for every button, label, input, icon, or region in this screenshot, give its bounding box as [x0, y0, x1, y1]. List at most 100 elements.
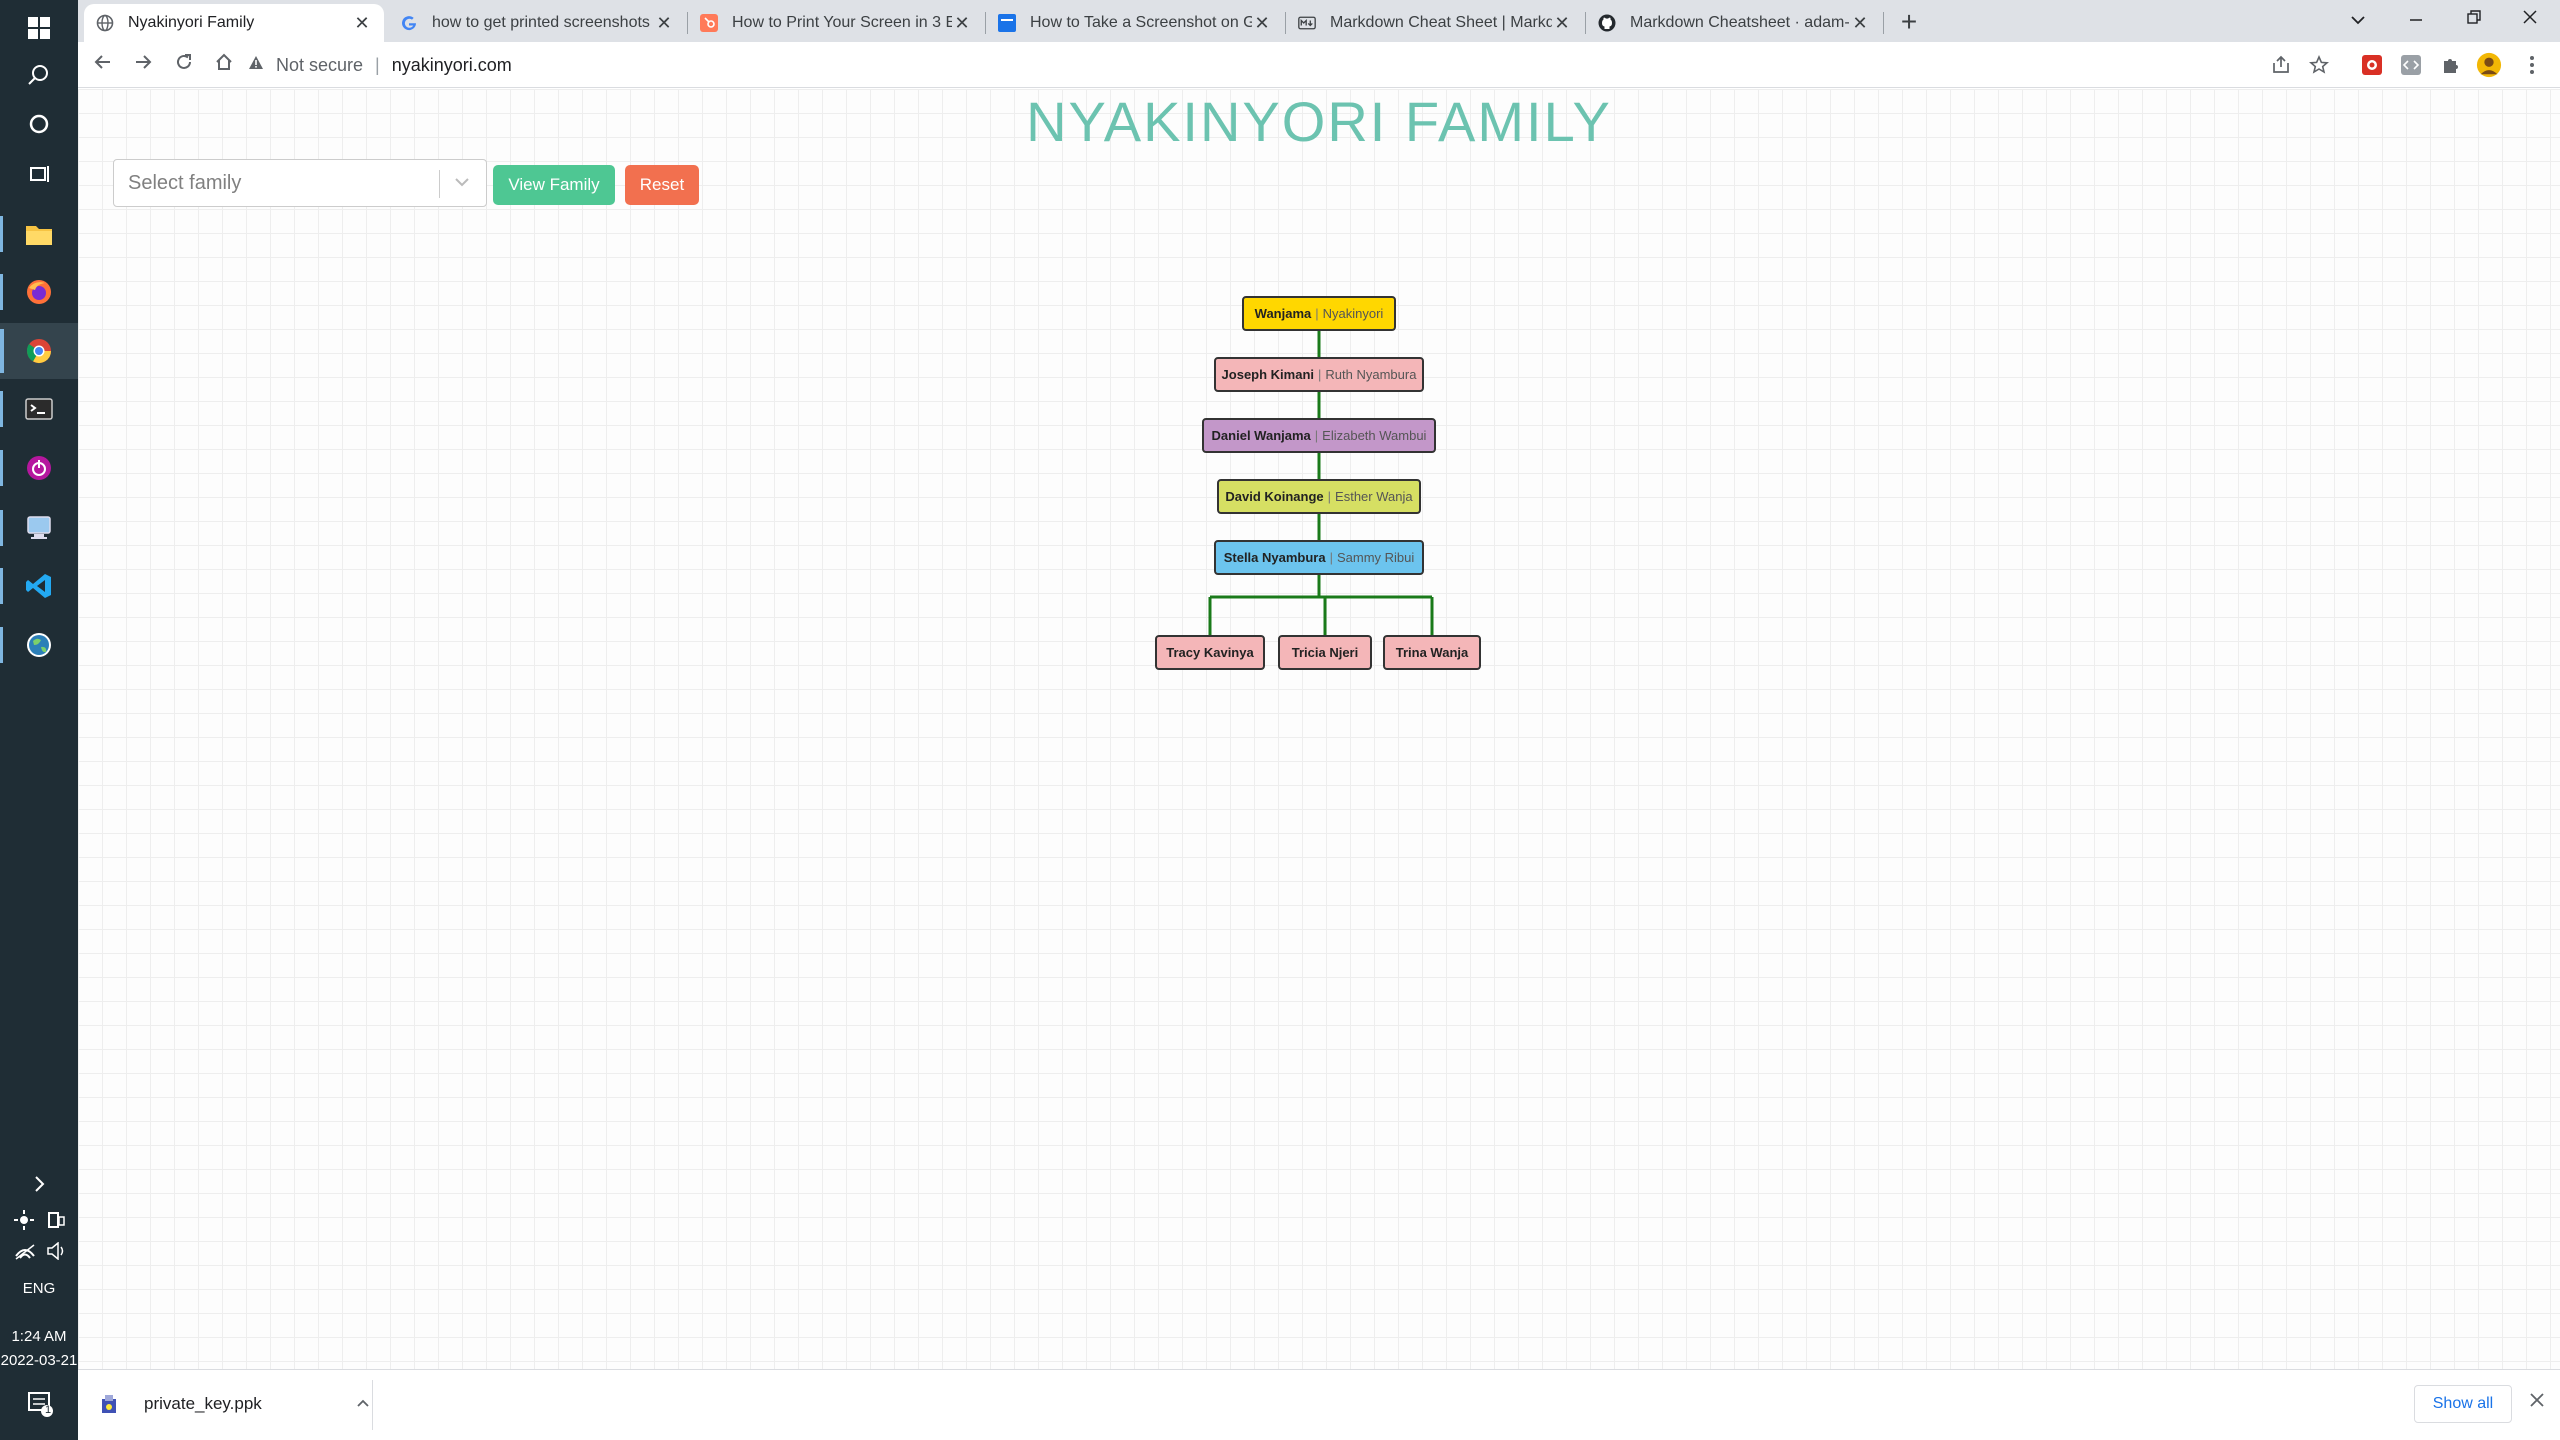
globe-icon — [96, 14, 114, 32]
extensions-puzzle-icon[interactable] — [2438, 52, 2464, 78]
tab-title: How to Print Your Screen in 3 Ea — [732, 14, 952, 31]
window-close-icon[interactable] — [2502, 4, 2558, 34]
tab-title: How to Take a Screenshot on Go — [1030, 14, 1252, 31]
tab-search-chevron-icon[interactable] — [2330, 4, 2386, 34]
family-node-generation-4[interactable]: David Koinange | Esther Wanja — [1217, 479, 1421, 514]
show-hidden-icons-chevron-icon[interactable] — [0, 1164, 78, 1204]
restore-icon[interactable] — [2446, 4, 2502, 34]
member-name: David Koinange — [1225, 489, 1324, 504]
firefox-icon[interactable] — [0, 264, 78, 320]
url-text[interactable]: nyakinyori.com — [392, 55, 512, 76]
cortana-icon[interactable] — [0, 96, 78, 152]
tab-take-screenshot[interactable]: How to Take a Screenshot on Go ✕ — [986, 4, 1284, 42]
shelf-divider — [372, 1380, 373, 1430]
globe-app-icon[interactable] — [0, 617, 78, 673]
name-separator: | — [1318, 367, 1322, 382]
close-icon[interactable] — [2524, 1390, 2550, 1416]
share-icon[interactable] — [2268, 52, 2294, 78]
download-filename: private_key.ppk — [144, 1394, 262, 1413]
tab-close-icon[interactable]: ✕ — [654, 13, 674, 34]
family-node-generation-3[interactable]: Daniel Wanjama | Elizabeth Wambui — [1202, 418, 1436, 453]
chevron-up-icon[interactable] — [356, 1395, 370, 1413]
family-node-child[interactable]: Tricia Njeri — [1278, 635, 1372, 670]
brightness-icon[interactable] — [14, 1210, 34, 1235]
tab-printed-screenshots[interactable]: how to get printed screenshots - ✕ — [388, 4, 686, 42]
tab-separator — [1883, 12, 1884, 34]
terminal-icon[interactable] — [0, 381, 78, 437]
member-name: Tricia Njeri — [1291, 645, 1359, 660]
family-node-child[interactable]: Tracy Kavinya — [1155, 635, 1265, 670]
search-icon[interactable] — [0, 47, 78, 103]
member-name: Wanjama — [1254, 306, 1312, 321]
home-icon[interactable] — [209, 50, 239, 80]
chrome-icon[interactable] — [0, 323, 78, 379]
name-separator: | — [1329, 550, 1333, 565]
file-explorer-icon[interactable] — [0, 206, 78, 262]
new-tab-plus-icon[interactable]: + — [1894, 8, 1924, 38]
wifi-icon[interactable] — [14, 1242, 36, 1265]
tab-title: Markdown Cheatsheet · adam-p/ — [1630, 14, 1850, 31]
address-bar[interactable]: Not secure | nyakinyori.com — [248, 46, 2388, 84]
bookmark-star-icon[interactable] — [2306, 52, 2332, 78]
security-label[interactable]: Not secure — [276, 55, 363, 76]
tab-title: Nyakinyori Family — [128, 14, 255, 31]
markdown-icon — [1298, 14, 1316, 32]
address-divider: | — [375, 54, 380, 75]
notification-count-badge: 1 — [44, 1404, 52, 1416]
tab-nyakinyori-family[interactable]: Nyakinyori Family ✕ — [84, 4, 384, 42]
show-all-button[interactable]: Show all — [2414, 1385, 2512, 1423]
forward-arrow-icon[interactable] — [128, 50, 158, 80]
name-separator: | — [1314, 428, 1319, 443]
language-indicator[interactable]: ENG — [0, 1280, 78, 1297]
remote-desktop-icon[interactable] — [0, 500, 78, 556]
spouse-name: Ruth Nyambura — [1325, 367, 1417, 382]
member-name: Joseph Kimani — [1221, 367, 1315, 382]
tab-title: Markdown Cheat Sheet | Markdo — [1330, 14, 1552, 31]
name-separator: | — [1315, 306, 1319, 321]
windows-taskbar: ENG 1:24 AM 2022-03-21 1 — [0, 0, 78, 1440]
spouse-name: Esther Wanja — [1335, 489, 1413, 504]
family-node-child[interactable]: Trina Wanja — [1383, 635, 1481, 670]
hubspot-icon — [700, 14, 718, 32]
profile-avatar[interactable] — [2476, 52, 2502, 78]
power-app-icon[interactable] — [0, 440, 78, 496]
spouse-name: Elizabeth Wambui — [1322, 428, 1427, 443]
google-icon — [400, 14, 418, 32]
tab-close-icon[interactable]: ✕ — [952, 13, 972, 34]
back-arrow-icon[interactable] — [88, 50, 118, 80]
device-icon[interactable] — [46, 1210, 66, 1235]
file-icon — [98, 1393, 120, 1415]
spouse-name: Nyakinyori — [1322, 306, 1384, 321]
tab-close-icon[interactable]: ✕ — [1552, 13, 1572, 34]
family-node-generation-5[interactable]: Stella Nyambura | Sammy Ribui — [1214, 540, 1424, 575]
tab-markdown-cheatsheet-github[interactable]: Markdown Cheatsheet · adam-p/ ✕ — [1586, 4, 1882, 42]
page-content: NYAKINYORI FAMILY Select family View Fam… — [78, 89, 2560, 1369]
more-menu-icon[interactable] — [2519, 52, 2545, 78]
tab-close-icon[interactable]: ✕ — [1252, 13, 1272, 34]
tab-close-icon[interactable]: ✕ — [1850, 13, 1870, 34]
clock-date[interactable]: 2022-03-21 — [0, 1352, 78, 1369]
notification-center-icon[interactable]: 1 — [26, 1390, 54, 1418]
spouse-name: Sammy Ribui — [1336, 550, 1415, 565]
clock-time[interactable]: 1:24 AM — [0, 1328, 78, 1345]
tab-markdown-cheat-sheet[interactable]: Markdown Cheat Sheet | Markdo ✕ — [1286, 4, 1584, 42]
red-extension-icon[interactable] — [2359, 52, 2385, 78]
download-item[interactable]: private_key.ppk — [98, 1384, 370, 1424]
family-node-generation-1[interactable]: Wanjama | Nyakinyori — [1242, 296, 1396, 331]
vscode-icon[interactable] — [0, 558, 78, 614]
volume-icon[interactable] — [46, 1241, 68, 1265]
code-extension-icon[interactable] — [2398, 52, 2424, 78]
warning-triangle-icon[interactable] — [248, 55, 264, 75]
task-view-icon[interactable] — [0, 146, 78, 202]
site-icon — [998, 14, 1016, 32]
github-icon — [1598, 14, 1616, 32]
member-name: Daniel Wanjama — [1211, 428, 1311, 443]
member-name: Tracy Kavinya — [1166, 645, 1254, 660]
tab-close-icon[interactable]: ✕ — [352, 13, 372, 34]
tab-print-your-screen[interactable]: How to Print Your Screen in 3 Ea ✕ — [688, 4, 984, 42]
reload-icon[interactable] — [169, 50, 199, 80]
download-shelf: private_key.ppk Show all — [78, 1369, 2560, 1440]
name-separator: | — [1327, 489, 1332, 504]
family-node-generation-2[interactable]: Joseph Kimani | Ruth Nyambura — [1214, 357, 1424, 392]
minimize-icon[interactable] — [2388, 4, 2444, 34]
